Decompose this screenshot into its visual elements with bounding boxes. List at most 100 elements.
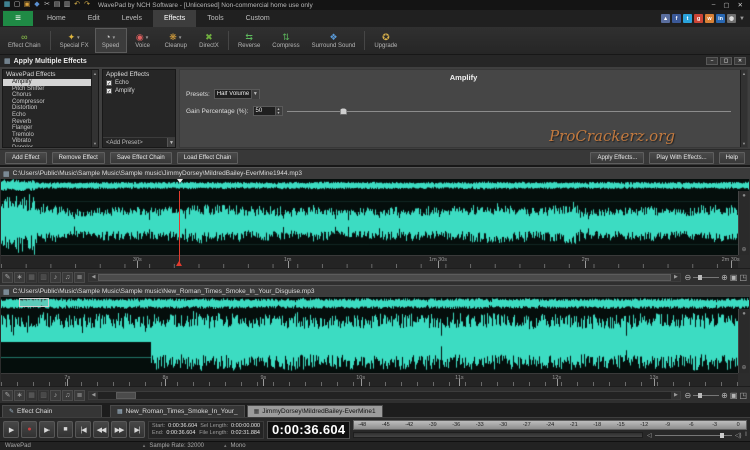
scroll-up-icon[interactable]: ▲	[93, 71, 97, 76]
menu-tab-home[interactable]: Home	[36, 10, 77, 27]
scrollbar-thumb[interactable]	[116, 392, 136, 399]
scroll-down-icon[interactable]: ▼	[93, 141, 97, 146]
volume-slider[interactable]	[655, 432, 732, 439]
zoom-selection-icon[interactable]: ◳	[739, 391, 747, 400]
effect-item-pitch-shifter[interactable]: Pitch Shifter	[3, 86, 98, 93]
track-2-time-ruler[interactable]: 7s8s9s10s11s12s13s	[1, 373, 738, 386]
go-to-start-button[interactable]: |◀	[75, 421, 91, 438]
scroll-left-icon[interactable]: ◀	[89, 274, 98, 281]
channels-value[interactable]: Mono	[231, 443, 246, 449]
scroll-down-icon[interactable]: ▼	[742, 141, 746, 146]
bookmark-b-icon[interactable]: ♫	[62, 390, 73, 401]
gain-slider[interactable]	[287, 107, 731, 116]
load-effect-chain-button[interactable]: Load Effect Chain	[177, 152, 239, 164]
maximize-button[interactable]: ▢	[723, 1, 729, 9]
menu-tab-levels[interactable]: Levels	[111, 10, 153, 27]
snap-icon[interactable]: ∗	[14, 272, 25, 283]
zoom-full-icon[interactable]: ▣	[730, 273, 738, 282]
compress-button[interactable]: ⇅Compress	[266, 28, 305, 53]
surround-sound-button[interactable]: ❖Surround Sound	[306, 28, 362, 53]
grid-b-icon[interactable]: ▥	[38, 390, 49, 401]
fast-forward-button[interactable]: ▶▶	[111, 421, 127, 438]
doc-tab-jimmydorsey-mildredbailey-ever[interactable]: ▦JimmyDorsey\MildredBailey-EverMine1	[247, 405, 383, 417]
speed-button[interactable]: ◔▼Speed	[95, 28, 127, 53]
track-1-waveform[interactable]	[1, 191, 738, 255]
scrollbar-thumb[interactable]	[98, 274, 671, 281]
playhead-marker[interactable]	[176, 261, 182, 266]
effects-list-scrollbar[interactable]: ▲▼	[91, 70, 98, 147]
facebook-icon[interactable]: f	[672, 14, 681, 23]
track-2-hscrollbar[interactable]: ◀ ▶	[88, 391, 681, 400]
grid-a-icon[interactable]: ▦	[26, 272, 37, 283]
bookmark-b-icon[interactable]: ♫	[62, 272, 73, 283]
redo-icon[interactable]: ↷	[83, 1, 91, 9]
overview-selection[interactable]	[19, 298, 49, 307]
wordpress-icon[interactable]: w	[705, 14, 714, 23]
checkbox-checked-icon[interactable]: ✓	[106, 80, 112, 86]
play-selection-button[interactable]: ▶·	[39, 421, 55, 438]
fit-vertical-icon[interactable]: ⊕	[741, 246, 746, 253]
playhead-line[interactable]	[179, 191, 180, 266]
effect-item-reverb[interactable]: Reverb	[3, 119, 98, 126]
pencil-icon[interactable]: ✎	[2, 390, 13, 401]
minimize-button[interactable]: –	[712, 1, 716, 9]
doc-tab-effect-chain[interactable]: ✎Effect Chain	[2, 405, 102, 417]
add-preset-dropdown[interactable]: <Add Preset> ▼	[103, 137, 175, 147]
share-icon[interactable]: ◍	[727, 14, 736, 23]
effect-item-chorus[interactable]: Chorus	[3, 92, 98, 99]
cut-icon[interactable]: ✂	[43, 1, 51, 9]
track-2-side-controls[interactable]: ● ⊕	[738, 309, 749, 373]
directx-button[interactable]: ✖DirectX	[193, 28, 225, 53]
scroll-up-icon[interactable]: ▲	[742, 71, 746, 76]
twitter-icon[interactable]: t	[683, 14, 692, 23]
help-button[interactable]: Help	[719, 152, 745, 164]
sample-rate-value[interactable]: Sample Rate: 32000	[149, 443, 204, 449]
zoom-full-icon[interactable]: ▣	[730, 391, 738, 400]
reverse-button[interactable]: ⇆Reverse	[232, 28, 266, 53]
snap-icon[interactable]: ∗	[14, 390, 25, 401]
pencil-icon[interactable]: ✎	[2, 272, 13, 283]
menu-tab-effects[interactable]: Effects	[153, 10, 196, 27]
linkedin-icon[interactable]: in	[716, 14, 725, 23]
track-1-side-controls[interactable]: ● ⊕	[738, 191, 749, 255]
googleplus-icon[interactable]: g	[694, 14, 703, 23]
zoom-slider[interactable]	[693, 274, 719, 281]
gain-percentage-input[interactable]: 50 ▲▼	[253, 106, 283, 116]
main-menu-button[interactable]: ≡	[3, 11, 33, 26]
cleanup-button[interactable]: ❋▼Cleanup	[159, 28, 193, 53]
record-button[interactable]: ●	[21, 421, 37, 438]
menu-tab-custom[interactable]: Custom	[235, 10, 281, 27]
app-icon[interactable]: ▦	[3, 1, 11, 9]
checkbox-checked-icon[interactable]: ✓	[106, 88, 112, 94]
dot-handle-icon[interactable]: ●	[742, 311, 746, 317]
track-1-time-ruler[interactable]: 30s1m1m 30s2m2m 30s	[1, 255, 738, 268]
save-icon[interactable]: ◆	[33, 1, 41, 9]
chevron-down-icon[interactable]: ▼	[167, 138, 175, 147]
apply-effects-button[interactable]: Apply Effects...	[590, 152, 644, 164]
rewind-button[interactable]: ◀◀	[93, 421, 109, 438]
panel-minimize-button[interactable]: –	[706, 57, 718, 65]
track-2-waveform[interactable]	[1, 309, 738, 373]
gain-slider-handle[interactable]	[340, 108, 347, 115]
effect-item-flanger[interactable]: Flanger	[3, 125, 98, 132]
like-icon[interactable]: ▲	[661, 14, 670, 23]
effect-item-distortion[interactable]: Distortion	[3, 105, 98, 112]
chevron-down-icon[interactable]: ▼	[251, 90, 259, 99]
voice-button[interactable]: ◉▼Voice	[127, 28, 159, 53]
paste-icon[interactable]: ▥	[63, 1, 71, 9]
new-file-icon[interactable]: ▢	[13, 1, 21, 9]
panel-maximize-button[interactable]: ▢	[720, 57, 732, 65]
grid-b-icon[interactable]: ▥	[38, 272, 49, 283]
bookmark-a-icon[interactable]: ♪	[50, 272, 61, 283]
effect-item-tremolo[interactable]: Tremolo	[3, 132, 98, 139]
effect-item-compressor[interactable]: Compressor	[3, 99, 98, 106]
effect-item-echo[interactable]: Echo	[3, 112, 98, 119]
volume-slider-handle[interactable]	[720, 433, 724, 438]
presets-select[interactable]: Half Volume ▼	[214, 89, 260, 99]
dot-handle-icon[interactable]: ●	[742, 193, 746, 199]
speaker-icon[interactable]: ◁)	[735, 432, 742, 439]
play-button[interactable]: ▶	[3, 421, 19, 438]
effect-item-doppler[interactable]: Doppler	[3, 145, 98, 147]
doc-tab-new-roman-times-smoke-in-your-[interactable]: ▦New_Roman_Times_Smoke_In_Your_	[110, 405, 245, 417]
zoom-selection-icon[interactable]: ◳	[739, 273, 747, 282]
